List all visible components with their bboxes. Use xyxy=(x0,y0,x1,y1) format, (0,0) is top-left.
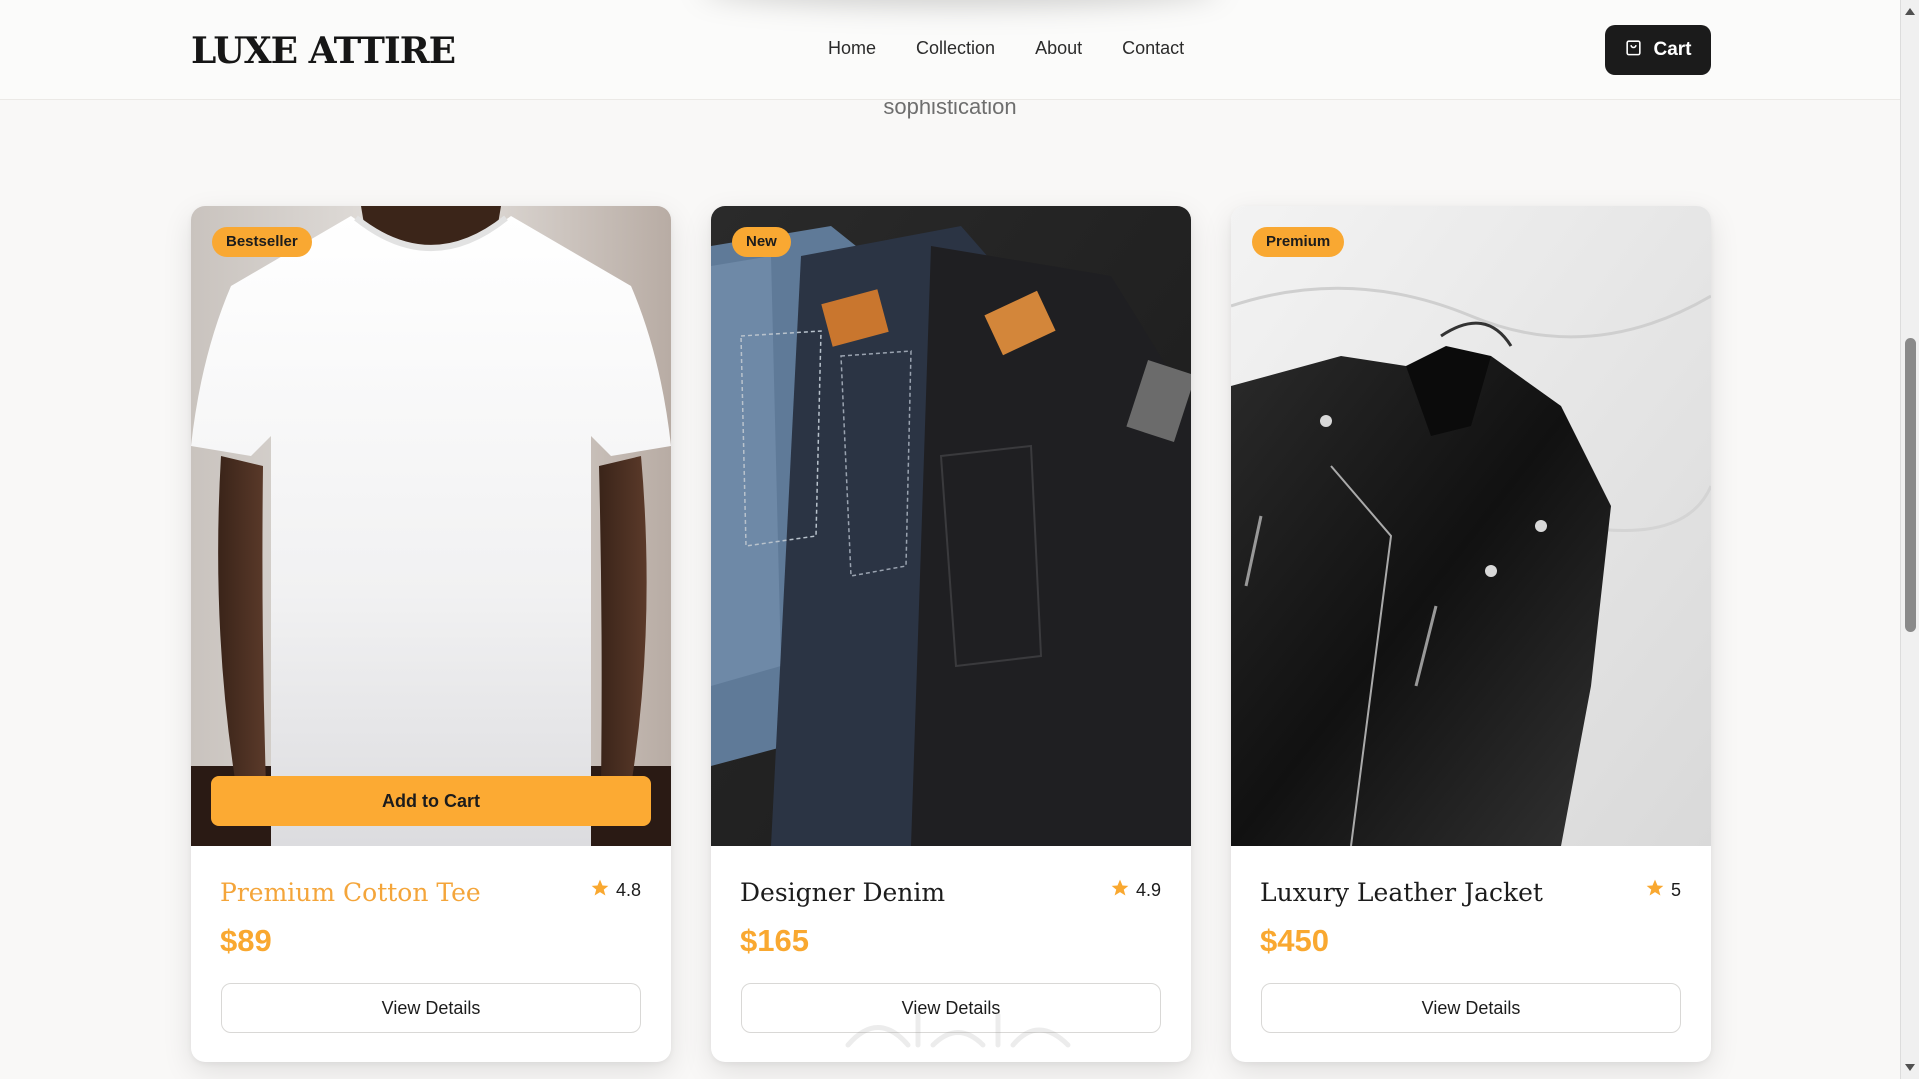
product-name[interactable]: Premium Cotton Tee xyxy=(220,878,481,907)
scroll-up-icon[interactable] xyxy=(1905,8,1915,15)
cart-label: Cart xyxy=(1653,39,1692,60)
view-details-button[interactable]: View Details xyxy=(221,983,641,1033)
view-details-button[interactable]: View Details xyxy=(1261,983,1681,1033)
site-header: LUXE ATTIRE Home Collection About Contac… xyxy=(0,0,1900,100)
cart-button[interactable]: Cart xyxy=(1605,25,1711,75)
product-image[interactable]: New xyxy=(711,206,1191,846)
nav-collection[interactable]: Collection xyxy=(916,38,995,59)
product-image[interactable]: Bestseller Add to Cart xyxy=(191,206,671,846)
shopping-bag-icon xyxy=(1624,38,1643,63)
star-icon xyxy=(1645,878,1665,903)
product-name[interactable]: Luxury Leather Jacket xyxy=(1260,878,1543,907)
folded-jeans-image xyxy=(711,206,1191,846)
product-card[interactable]: New Designer Denim 4.9 $165 View Details xyxy=(711,206,1191,1062)
product-price: $165 xyxy=(740,923,809,958)
badge-new: New xyxy=(732,227,791,257)
star-icon xyxy=(1110,878,1130,903)
product-rating: 5 xyxy=(1645,878,1681,903)
rating-value: 4.9 xyxy=(1135,880,1161,900)
white-tshirt-image xyxy=(191,206,671,846)
badge-premium: Premium xyxy=(1252,227,1345,257)
badge-bestseller: Bestseller xyxy=(212,227,312,257)
rating-value: 5 xyxy=(1670,880,1681,900)
nav-contact[interactable]: Contact xyxy=(1122,38,1184,59)
page-scrollbar[interactable] xyxy=(1900,0,1919,1079)
scrollbar-thumb[interactable] xyxy=(1905,338,1916,632)
scroll-down-icon[interactable] xyxy=(1905,1064,1915,1071)
product-rating: 4.9 xyxy=(1110,878,1161,903)
card-body: Luxury Leather Jacket 5 $450 View Detail… xyxy=(1231,846,1711,1062)
star-icon xyxy=(590,878,610,903)
product-card[interactable]: Bestseller Add to Cart Premium Cotton Te… xyxy=(191,206,671,1062)
product-price: $89 xyxy=(220,923,272,958)
card-body: Premium Cotton Tee 4.8 $89 View Details xyxy=(191,846,671,1062)
leather-jacket-image xyxy=(1231,206,1711,846)
rating-value: 4.8 xyxy=(615,880,641,900)
product-price: $450 xyxy=(1260,923,1329,958)
brand-logo[interactable]: LUXE ATTIRE xyxy=(191,30,456,72)
product-image[interactable]: Premium xyxy=(1231,206,1711,846)
product-name[interactable]: Designer Denim xyxy=(740,878,945,907)
product-rating: 4.8 xyxy=(590,878,641,903)
product-card[interactable]: Premium Luxury Leather Jacket 5 $450 Vie… xyxy=(1231,206,1711,1062)
header-shadow xyxy=(700,0,1220,6)
nav-about[interactable]: About xyxy=(1035,38,1082,59)
add-to-cart-button[interactable]: Add to Cart xyxy=(211,776,651,826)
page: LUXE ATTIRE Home Collection About Contac… xyxy=(0,0,1919,1079)
nav-home[interactable]: Home xyxy=(828,38,876,59)
watermark-logo xyxy=(845,1012,1071,1048)
main-nav: Home Collection About Contact xyxy=(828,38,1184,59)
